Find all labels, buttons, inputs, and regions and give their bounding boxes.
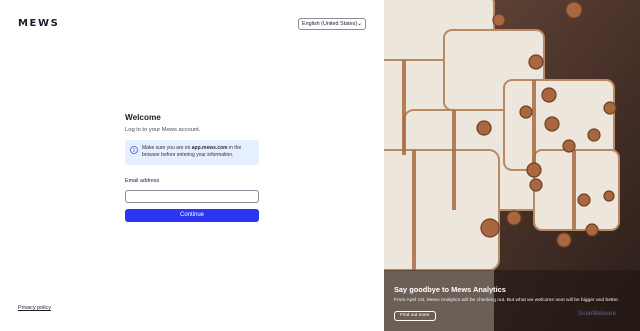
language-label: English (United States): [302, 21, 358, 27]
email-label: Email address: [125, 178, 160, 184]
promo-body: From April 1st, Mews Analytics will be c…: [394, 298, 620, 303]
info-text: Make sure you are on app.mews.com in the…: [142, 145, 242, 158]
language-select[interactable]: English (United States) ⌄: [298, 18, 366, 30]
login-panel: MEWS English (United States) ⌄ Welcome L…: [0, 0, 384, 331]
mews-logo: MEWS: [18, 18, 60, 29]
find-out-more-button[interactable]: Find out more: [394, 311, 436, 321]
info-domain: app.mews.com: [191, 145, 228, 151]
chevron-down-icon: ⌄: [356, 21, 362, 27]
continue-button[interactable]: Continue: [125, 208, 259, 222]
promo-panel: Say goodbye to Mews Analytics From April…: [384, 0, 640, 331]
info-banner: Make sure you are on app.mews.com in the…: [125, 140, 259, 165]
suitcases-photo: [384, 0, 640, 331]
email-field[interactable]: [125, 189, 259, 203]
page-title: Welcome: [125, 113, 161, 122]
info-icon: [130, 146, 138, 154]
privacy-policy-link[interactable]: Privacy policy: [18, 305, 51, 311]
login-form: Welcome Log in to your Mews account. Mak…: [125, 113, 259, 222]
promo-title: Say goodbye to Mews Analytics: [394, 285, 506, 294]
page-subtitle: Log in to your Mews account.: [125, 127, 201, 133]
watermark-logo: ScanMalware: [578, 311, 617, 317]
